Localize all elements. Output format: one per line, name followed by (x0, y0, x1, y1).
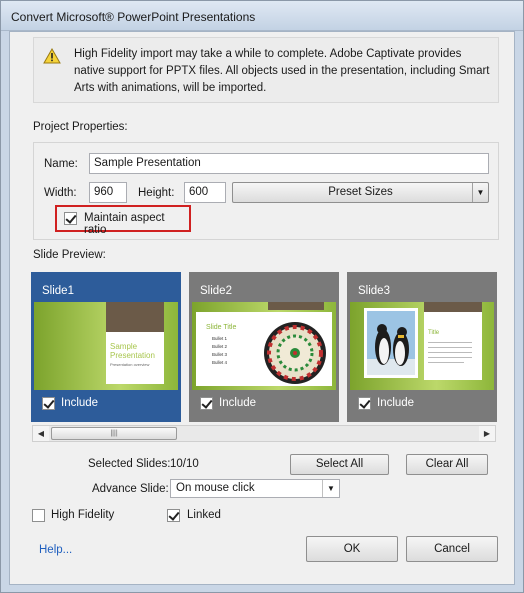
slide-preview-scrollbar[interactable]: ◀ |||| ▶ (32, 425, 496, 442)
slide-card-2[interactable]: Slide2 Slide Title Bullet 1 Bullet 2 Bul… (189, 272, 339, 422)
height-field[interactable]: 600 (184, 182, 226, 203)
thumb-text-line (428, 352, 472, 353)
thumb-panel (424, 312, 482, 380)
preset-sizes-label: Preset Sizes (328, 186, 393, 198)
slide-thumbnail: Sample Presentation Presentation overvie… (34, 302, 178, 390)
thumb-header (424, 302, 482, 312)
thumb-bullet: Bullet 4 (212, 360, 228, 365)
thumb-subtitle: Presentation overview (110, 362, 150, 367)
include-checkbox[interactable] (200, 397, 213, 410)
advance-slide-value: On mouse click (176, 482, 255, 494)
selected-slides-label: Selected Slides: (88, 458, 171, 470)
slide-name: Slide2 (200, 285, 232, 297)
scroll-right-icon[interactable]: ▶ (479, 426, 495, 441)
thumb-bullet: Bullet 1 (212, 336, 228, 341)
thumb-bullet: Bullet 2 (212, 344, 228, 349)
title-bar[interactable]: Convert Microsoft® PowerPoint Presentati… (1, 1, 523, 31)
width-field[interactable]: 960 (89, 182, 127, 203)
window-title: Convert Microsoft® PowerPoint Presentati… (11, 10, 256, 24)
include-label: Include (61, 397, 99, 409)
select-all-button[interactable]: Select All (290, 454, 389, 475)
slide-name: Slide3 (358, 285, 390, 297)
selected-slides-value: 10/10 (170, 458, 199, 470)
include-label: Include (219, 397, 257, 409)
thumb-title: Title (428, 330, 440, 336)
aspect-ratio-highlight: Maintain aspect ratio (55, 205, 191, 236)
thumb-text-line (428, 362, 464, 363)
high-fidelity-label: High Fidelity (51, 509, 115, 521)
thumb-header (106, 302, 164, 332)
slide-card-1[interactable]: Slide1 Sample Presentation Presentation … (31, 272, 181, 422)
slide-preview-strip: Slide1 Sample Presentation Presentation … (31, 272, 497, 422)
name-field[interactable]: Sample Presentation (89, 153, 489, 174)
slide-preview-label: Slide Preview: (33, 249, 106, 261)
dialog-body: High Fidelity import may take a while to… (9, 31, 515, 585)
warning-icon (43, 47, 61, 67)
chevron-down-icon: ▼ (322, 480, 339, 497)
thumb-header (268, 302, 324, 310)
thumb-bullet: Bullet 3 (212, 352, 228, 357)
penguins-image (367, 311, 415, 375)
clear-all-button[interactable]: Clear All (406, 454, 488, 475)
help-link[interactable]: Help... (39, 544, 72, 556)
project-properties-label: Project Properties: (33, 121, 128, 133)
maintain-aspect-checkbox[interactable] (64, 212, 77, 225)
height-label: Height: (138, 187, 175, 199)
thumb-text-line (428, 347, 472, 348)
high-fidelity-checkbox[interactable] (32, 509, 45, 522)
include-label: Include (377, 397, 415, 409)
cancel-button[interactable]: Cancel (406, 536, 498, 562)
include-checkbox[interactable] (42, 397, 55, 410)
slide-thumbnail: Title (350, 302, 494, 390)
scrollbar-thumb[interactable]: |||| (51, 427, 177, 440)
thumb-text-line (428, 342, 472, 343)
dartboard-image (264, 322, 326, 384)
name-label: Name: (44, 158, 78, 170)
dialog-window: Convert Microsoft® PowerPoint Presentati… (0, 0, 524, 593)
advance-slide-select[interactable]: On mouse click ▼ (170, 479, 340, 498)
warning-text: High Fidelity import may take a while to… (74, 48, 490, 94)
linked-label: Linked (187, 509, 221, 521)
warning-box: High Fidelity import may take a while to… (33, 37, 499, 103)
slide-thumbnail: Slide Title Bullet 1 Bullet 2 Bullet 3 B… (192, 302, 336, 390)
thumb-title: Slide Title (206, 324, 237, 331)
maintain-aspect-label: Maintain aspect ratio (84, 212, 165, 236)
advance-slide-label: Advance Slide: (92, 483, 169, 495)
linked-checkbox[interactable] (167, 509, 180, 522)
ok-button[interactable]: OK (306, 536, 398, 562)
thumb-text-line (428, 357, 472, 358)
scroll-left-icon[interactable]: ◀ (33, 426, 49, 441)
width-label: Width: (44, 187, 77, 199)
include-checkbox[interactable] (358, 397, 371, 410)
slide-card-3[interactable]: Slide3 Title Include (347, 272, 497, 422)
slide-name: Slide1 (42, 285, 74, 297)
thumb-title: Sample Presentation (110, 342, 155, 360)
chevron-down-icon: ▼ (472, 183, 488, 202)
preset-sizes-dropdown[interactable]: Preset Sizes ▼ (232, 182, 489, 203)
